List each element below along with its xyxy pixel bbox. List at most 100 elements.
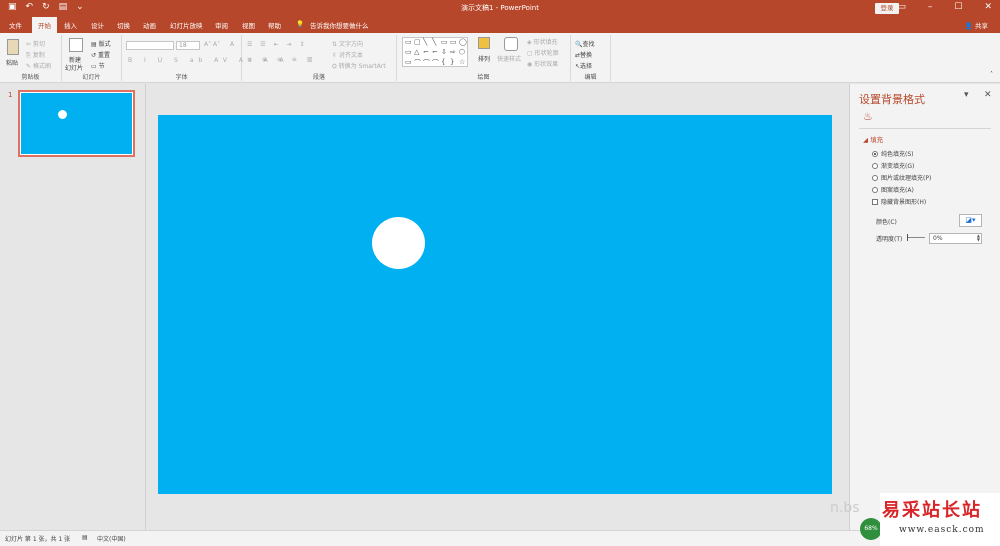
close-icon[interactable]: ✕ (984, 2, 992, 12)
solid-fill-option[interactable]: 纯色填充(S) (872, 149, 914, 158)
transparency-input[interactable]: 0% ▲ ▼ (929, 233, 982, 244)
transparency-slider-thumb[interactable] (907, 234, 908, 241)
align-buttons[interactable]: ≡ ≡ ≡ ≡ ▥ (247, 56, 316, 63)
slide-number: 1 (8, 91, 13, 99)
tab-review[interactable]: 审阅 (215, 20, 228, 30)
shapes-gallery[interactable]: ▭ ▢ ╲ ╲ ▭ ▭ ◯ ▭ △ ⌐ ⌐ ⇩ ⇨ ⬡ ▭ ⌒ ⌒ ⌒{} ☆ (402, 37, 468, 67)
tab-design[interactable]: 设计 (91, 20, 104, 30)
gradient-fill-radio[interactable] (872, 162, 878, 169)
share-button[interactable]: 👤 共享 (965, 20, 988, 30)
gradient-fill-option[interactable]: 渐变填充(G) (872, 161, 914, 170)
paste-button[interactable]: 粘贴 (6, 58, 18, 67)
pattern-fill-option[interactable]: 图案填充(A) (872, 185, 914, 194)
find-label: 查找 (582, 41, 595, 48)
slide[interactable] (158, 115, 832, 494)
language-indicator[interactable]: 中文(中国) (97, 534, 126, 543)
tab-home[interactable]: 开始 (32, 17, 57, 33)
slides-label: 幻灯片 (82, 74, 101, 81)
tell-me-search[interactable]: 告诉我你想要做什么 (310, 20, 369, 30)
pane-options-icon[interactable]: ▾ (964, 90, 969, 100)
list-buttons[interactable]: ☰ ☰ ⇤ ⇥ ↕ (247, 41, 307, 48)
hide-background-checkbox[interactable] (872, 198, 878, 205)
format-painter-label: 格式刷 (32, 63, 51, 70)
find-button[interactable]: 🔍查找 (575, 39, 595, 48)
quick-styles-button[interactable]: 快速样式 (497, 54, 521, 63)
status-bar: 幻灯片 第 1 张，共 1 张 ▤ 中文(中国) (0, 530, 1000, 546)
picture-fill-option[interactable]: 图片或纹理填充(P) (872, 173, 931, 182)
shape-outline-button[interactable]: ▢ 形状轮廓 (527, 48, 559, 57)
slides-group: 新建 幻灯片 ▤ 版式 ↺ 重置 ▭ 节 幻灯片 (62, 35, 122, 81)
clipboard-label: 剪贴板 (21, 74, 40, 81)
color-label: 颜色(C) (876, 219, 897, 226)
cut-label: 剪切 (32, 41, 45, 48)
select-button[interactable]: ↖选择 (575, 61, 592, 70)
slide-count: 幻灯片 第 1 张，共 1 张 (5, 536, 71, 543)
section-button[interactable]: ▭ 节 (91, 61, 105, 70)
thumbnail-background (21, 93, 132, 154)
notes-icon[interactable]: ▤ (82, 534, 88, 541)
lightbulb-icon: 💡 (296, 20, 305, 28)
gradient-fill-label: 渐变填充(G) (881, 163, 915, 170)
paste-icon[interactable] (7, 39, 19, 55)
paragraph-label: 段落 (312, 74, 325, 81)
solid-fill-label: 纯色填充(S) (881, 151, 914, 158)
circle-shape[interactable] (372, 217, 425, 269)
shape-fill-button[interactable]: ◈ 形状填充 (527, 37, 558, 46)
replace-button[interactable]: ⇄替换 (575, 50, 592, 59)
arrange-icon[interactable] (478, 37, 490, 49)
watermark: 易采站长站 www.easck.com (880, 493, 1000, 546)
font-size-combo[interactable]: 18 (176, 41, 200, 50)
slide-thumbnail[interactable] (18, 90, 135, 157)
hide-background-option[interactable]: 隐藏背景图形(H) (872, 197, 926, 206)
tab-help[interactable]: 帮助 (268, 20, 281, 30)
tab-file[interactable]: 文件 (9, 20, 22, 30)
tab-animations[interactable]: 动画 (143, 20, 156, 30)
share-label: 共享 (975, 22, 988, 30)
arrange-button[interactable]: 排列 (478, 54, 490, 63)
login-button[interactable]: 登录 (875, 3, 899, 14)
minimize-icon[interactable]: – (928, 2, 933, 12)
clear-format-icon[interactable]: A (230, 41, 234, 48)
smartart-button[interactable]: ⛭ 转换为 SmartArt (332, 61, 386, 71)
layout-button[interactable]: ▤ 版式 (91, 39, 111, 48)
editing-group: 🔍查找 ⇄替换 ↖选择 编辑 (571, 35, 611, 81)
pattern-fill-radio[interactable] (872, 186, 878, 193)
collapse-ribbon-icon[interactable]: ˄ (990, 71, 993, 78)
replace-label: 替换 (580, 52, 593, 59)
ribbon-tabs: 文件 开始 插入 设计 切换 动画 幻灯片放映 审阅 视图 帮助 💡 告诉我你想… (0, 17, 1000, 33)
reset-label: 重置 (97, 52, 110, 59)
picture-fill-label: 图片或纹理填充(P) (881, 175, 932, 182)
ribbon-display-icon[interactable]: ▭ (897, 2, 906, 12)
paint-bucket-icon: ◪ (965, 216, 973, 224)
solid-fill-radio[interactable] (872, 150, 878, 157)
pane-close-icon[interactable]: ✕ (984, 90, 992, 100)
grow-font-icon[interactable]: A˄ A˅ (204, 41, 220, 48)
copy-button[interactable]: ⎘ 复制 (26, 50, 45, 60)
tab-transitions[interactable]: 切换 (117, 20, 130, 30)
pane-divider (859, 128, 991, 129)
title-bar: ▣ ↶ ↻ ▤ ⌄ 演示文稿1 - PowerPoint 登录 ▭ – ☐ ✕ (0, 0, 1000, 17)
quick-styles-icon[interactable] (504, 37, 518, 51)
color-picker-button[interactable]: ◪▾ (959, 214, 982, 227)
picture-fill-radio[interactable] (872, 174, 878, 181)
fill-section-header[interactable]: ◢ 填充 (863, 134, 883, 144)
fill-bucket-icon[interactable]: ♨ (863, 110, 873, 123)
tab-slideshow[interactable]: 幻灯片放映 (170, 20, 203, 30)
format-painter-button[interactable]: ✎ 格式刷 (26, 61, 51, 70)
slide-editor (147, 84, 849, 530)
maximize-icon[interactable]: ☐ (954, 2, 962, 12)
new-slide-icon[interactable] (69, 38, 83, 52)
transparency-slider-track[interactable] (907, 237, 925, 238)
tab-insert[interactable]: 插入 (64, 20, 77, 30)
slide-thumbnails-pane: 1 (0, 84, 146, 530)
cut-button[interactable]: ✂ 剪切 (26, 39, 45, 48)
shape-effects-button[interactable]: ◉ 形状效果 (527, 59, 558, 68)
text-direction-button[interactable]: ⇅ 文字方向 (332, 39, 363, 48)
font-name-combo[interactable] (126, 41, 174, 50)
align-text-button[interactable]: ⇳ 对齐文本 (332, 50, 363, 59)
thumbnail-circle (58, 110, 67, 119)
spinner-icon[interactable]: ▲ ▼ (977, 234, 980, 242)
select-label: 选择 (580, 63, 593, 70)
reset-button[interactable]: ↺ 重置 (91, 50, 110, 59)
tab-view[interactable]: 视图 (242, 20, 255, 30)
